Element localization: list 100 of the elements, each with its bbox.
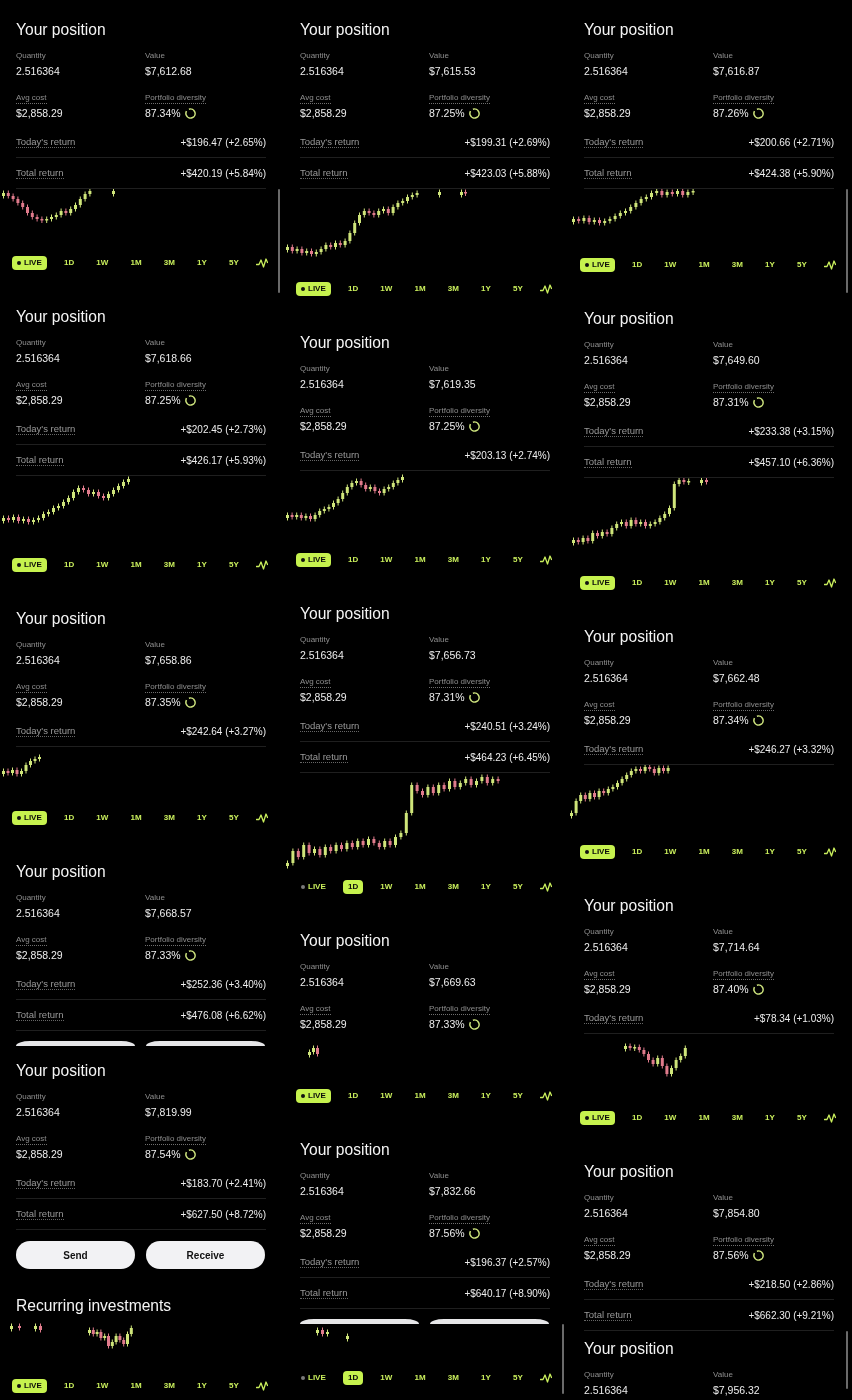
range-tab[interactable]: 1M	[693, 845, 715, 859]
range-tab[interactable]: LIVE	[580, 1111, 615, 1125]
range-tab[interactable]: 1M	[409, 1371, 431, 1385]
range-tab[interactable]: 5Y	[224, 558, 244, 572]
range-tab[interactable]: 1M	[409, 1089, 431, 1103]
range-tab[interactable]: 3M	[726, 258, 748, 272]
range-tab[interactable]: 1M	[125, 811, 147, 825]
range-tab[interactable]: 5Y	[224, 811, 244, 825]
range-tab[interactable]: 1W	[91, 558, 114, 572]
range-tab[interactable]: 1D	[626, 258, 648, 272]
range-tab[interactable]: 1Y	[476, 1089, 496, 1103]
line-chart-icon[interactable]	[823, 1113, 836, 1123]
line-chart-icon[interactable]	[539, 555, 552, 565]
range-tab[interactable]: 5Y	[792, 845, 812, 859]
range-tab[interactable]: 5Y	[508, 1089, 528, 1103]
range-tab[interactable]: 3M	[158, 811, 180, 825]
action-button[interactable]: Send	[16, 1241, 135, 1269]
range-tab[interactable]: 1Y	[760, 845, 780, 859]
line-chart-icon[interactable]	[539, 1373, 552, 1383]
range-tab[interactable]: 1W	[375, 553, 398, 567]
range-tab[interactable]: 5Y	[792, 576, 812, 590]
range-tab[interactable]: 1D	[58, 1379, 80, 1393]
action-button[interactable]: Receive	[146, 1241, 265, 1269]
partial-button[interactable]	[16, 1041, 135, 1046]
range-tab[interactable]: 3M	[726, 576, 748, 590]
range-tab[interactable]: 1W	[375, 1089, 398, 1103]
range-tab[interactable]: 1M	[693, 1111, 715, 1125]
range-tab[interactable]: 1D	[342, 553, 364, 567]
range-tab[interactable]: LIVE	[12, 1379, 47, 1393]
range-tab[interactable]: 3M	[442, 880, 464, 894]
range-tab[interactable]: 3M	[726, 1111, 748, 1125]
partial-button[interactable]	[300, 1319, 419, 1324]
range-tab[interactable]: 1D	[626, 1111, 648, 1125]
range-tab[interactable]: LIVE	[580, 258, 615, 272]
range-tab[interactable]: LIVE	[296, 553, 331, 567]
range-tab[interactable]: 1M	[409, 282, 431, 296]
range-tab[interactable]: 1M	[409, 880, 431, 894]
range-tab[interactable]: LIVE	[296, 1371, 331, 1385]
range-tab[interactable]: 1W	[91, 811, 114, 825]
range-tab[interactable]: 1D	[342, 1371, 364, 1385]
range-tab[interactable]: LIVE	[12, 811, 47, 825]
range-tab[interactable]: LIVE	[580, 576, 615, 590]
range-tab[interactable]: LIVE	[296, 282, 331, 296]
range-tab[interactable]: 1W	[659, 576, 682, 590]
range-tab[interactable]: 1Y	[192, 256, 212, 270]
line-chart-icon[interactable]	[539, 284, 552, 294]
range-tab[interactable]: 3M	[726, 845, 748, 859]
range-tab[interactable]: 1W	[375, 880, 398, 894]
range-tab[interactable]: 5Y	[224, 1379, 244, 1393]
range-tab[interactable]: 3M	[442, 282, 464, 296]
range-tab[interactable]: 1Y	[476, 282, 496, 296]
range-tab[interactable]: 1W	[91, 1379, 114, 1393]
range-tab[interactable]: 1W	[375, 1371, 398, 1385]
range-tab[interactable]: 5Y	[508, 1371, 528, 1385]
range-tab[interactable]: 1M	[125, 1379, 147, 1393]
range-tab[interactable]: 1Y	[476, 553, 496, 567]
range-tab[interactable]: 1Y	[476, 880, 496, 894]
range-tab[interactable]: LIVE	[12, 558, 47, 572]
range-tab[interactable]: 1D	[58, 256, 80, 270]
range-tab[interactable]: LIVE	[580, 845, 615, 859]
range-tab[interactable]: 1W	[659, 1111, 682, 1125]
line-chart-icon[interactable]	[255, 813, 268, 823]
range-tab[interactable]: 1W	[659, 845, 682, 859]
range-tab[interactable]: 5Y	[508, 880, 528, 894]
range-tab[interactable]: LIVE	[12, 256, 47, 270]
partial-button[interactable]	[146, 1041, 265, 1046]
range-tab[interactable]: 1W	[375, 282, 398, 296]
range-tab[interactable]: 1D	[342, 1089, 364, 1103]
range-tab[interactable]: 5Y	[508, 553, 528, 567]
range-tab[interactable]: 1W	[659, 258, 682, 272]
range-tab[interactable]: 1Y	[760, 258, 780, 272]
range-tab[interactable]: 3M	[158, 1379, 180, 1393]
line-chart-icon[interactable]	[255, 258, 268, 268]
range-tab[interactable]: 1D	[342, 880, 364, 894]
range-tab[interactable]: 5Y	[224, 256, 244, 270]
range-tab[interactable]: 1W	[91, 256, 114, 270]
range-tab[interactable]: 1M	[125, 558, 147, 572]
range-tab[interactable]: 1Y	[760, 1111, 780, 1125]
line-chart-icon[interactable]	[539, 1091, 552, 1101]
line-chart-icon[interactable]	[823, 260, 836, 270]
range-tab[interactable]: 1M	[125, 256, 147, 270]
line-chart-icon[interactable]	[539, 882, 552, 892]
range-tab[interactable]: 5Y	[792, 258, 812, 272]
range-tab[interactable]: 3M	[158, 558, 180, 572]
range-tab[interactable]: 1Y	[476, 1371, 496, 1385]
range-tab[interactable]: 5Y	[508, 282, 528, 296]
range-tab[interactable]: 3M	[442, 1089, 464, 1103]
range-tab[interactable]: 5Y	[792, 1111, 812, 1125]
line-chart-icon[interactable]	[255, 560, 268, 570]
range-tab[interactable]: 3M	[158, 256, 180, 270]
range-tab[interactable]: LIVE	[296, 1089, 331, 1103]
range-tab[interactable]: 1Y	[192, 1379, 212, 1393]
line-chart-icon[interactable]	[823, 578, 836, 588]
range-tab[interactable]: 1D	[58, 558, 80, 572]
range-tab[interactable]: 3M	[442, 553, 464, 567]
range-tab[interactable]: 1D	[58, 811, 80, 825]
range-tab[interactable]: 1Y	[192, 811, 212, 825]
range-tab[interactable]: 1Y	[760, 576, 780, 590]
range-tab[interactable]: 1M	[693, 258, 715, 272]
range-tab[interactable]: 1M	[693, 576, 715, 590]
